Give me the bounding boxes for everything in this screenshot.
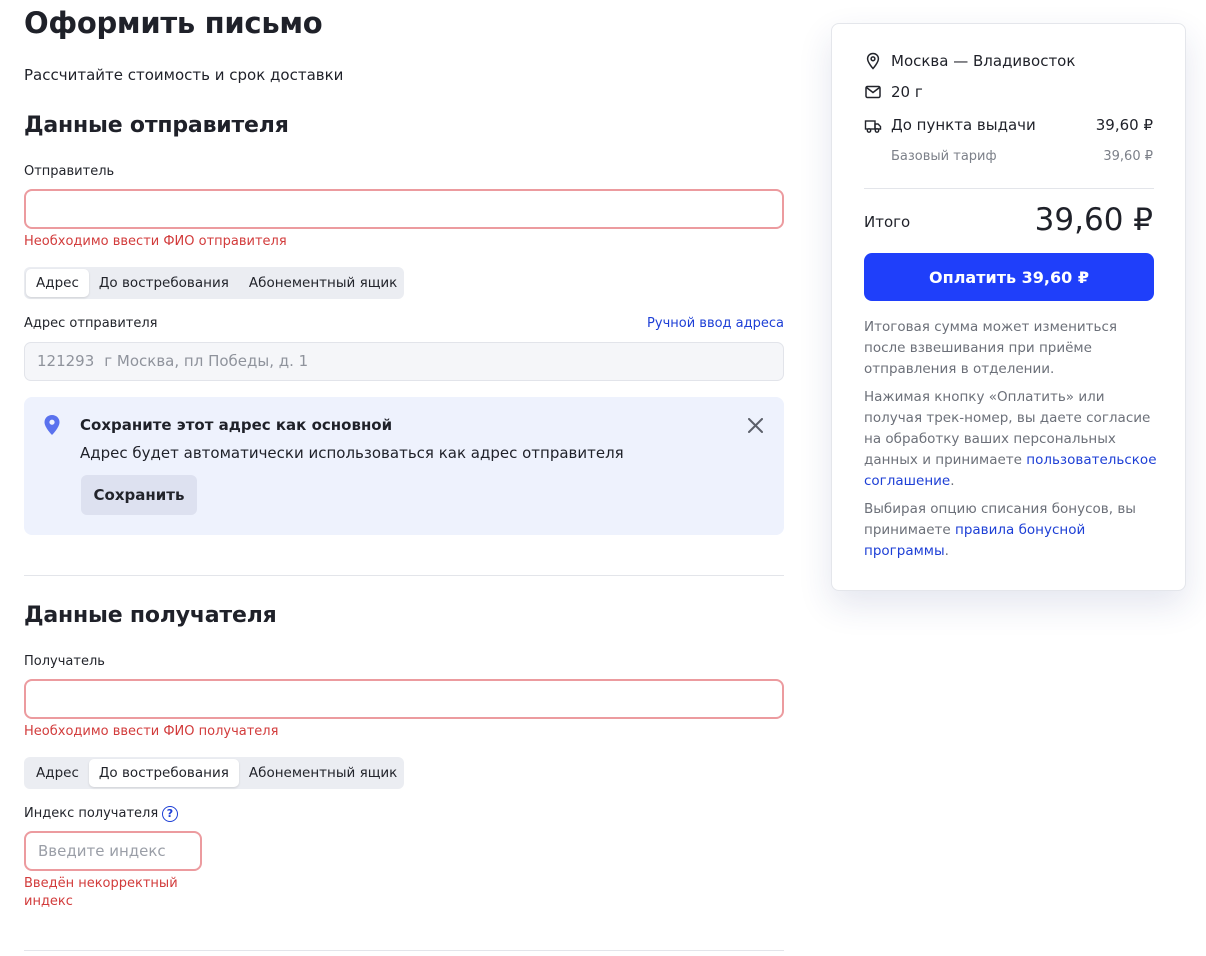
- recipient-tab-poste-restante[interactable]: До востребования: [88, 759, 239, 787]
- manual-address-link[interactable]: Ручной ввод адреса: [647, 315, 784, 333]
- sender-section-title: Данные отправителя: [24, 113, 289, 138]
- sender-address-text: г Москва, пл Победы, д. 1: [104, 352, 309, 370]
- location-pin-icon: [44, 415, 60, 435]
- route-text: Москва — Владивосток: [891, 52, 1076, 70]
- note-bonus: Выбирая опцию списания бонусов, вы прини…: [864, 499, 1160, 562]
- weight-text: 20 г: [891, 83, 923, 101]
- section-divider-bottom: [24, 950, 784, 951]
- note-bonus-end: .: [944, 543, 949, 559]
- total-value: 39,60 ₽: [1034, 202, 1153, 238]
- tariff-label: Базовый тариф: [891, 149, 997, 164]
- note-consent: Нажимая кнопку «Оплатить» или получая тр…: [864, 387, 1160, 492]
- location-icon: [866, 52, 880, 70]
- recipient-delivery-tabs: Адрес До востребования Абонементный ящик: [24, 757, 404, 789]
- summary-divider: [864, 188, 1154, 189]
- recipient-name-error: Необходимо ввести ФИО получателя: [24, 724, 279, 739]
- sender-address-field[interactable]: 121293 г Москва, пл Победы, д. 1: [24, 342, 784, 381]
- recipient-index-error-line1: Введён некорректный: [24, 876, 178, 891]
- total-label: Итого: [864, 213, 911, 231]
- recipient-name-input[interactable]: [24, 679, 784, 719]
- pay-button[interactable]: Оплатить 39,60 ₽: [864, 253, 1154, 301]
- banner-title: Сохраните этот адрес как основной: [80, 416, 393, 434]
- sender-name-error: Необходимо ввести ФИО отправителя: [24, 234, 287, 249]
- sender-name-label: Отправитель: [24, 164, 115, 179]
- recipient-index-label: Индекс получателя: [24, 806, 159, 821]
- recipient-index-error-line2: индекс: [24, 894, 73, 909]
- recipient-index-input[interactable]: [24, 831, 202, 871]
- save-address-banner: Сохраните этот адрес как основной Адрес …: [24, 397, 784, 535]
- order-summary-card: Москва — Владивосток 20 г До пункта выда…: [831, 23, 1186, 591]
- sender-name-input[interactable]: [24, 189, 784, 229]
- note-consent-end: .: [950, 473, 955, 489]
- recipient-tab-po-box[interactable]: Абонементный ящик: [239, 759, 407, 787]
- save-address-button[interactable]: Сохранить: [81, 475, 197, 515]
- envelope-icon: [865, 85, 881, 99]
- sender-address-index: 121293: [37, 352, 95, 370]
- tariff-price: 39,60 ₽: [1103, 149, 1153, 164]
- note-weight-change: Итоговая сумма может измениться после вз…: [864, 319, 1118, 377]
- delivery-price: 39,60 ₽: [1095, 116, 1153, 134]
- recipient-section-title: Данные получателя: [24, 603, 277, 628]
- sender-tab-po-box[interactable]: Абонементный ящик: [239, 269, 407, 297]
- truck-icon: [864, 120, 882, 133]
- help-icon[interactable]: ?: [162, 806, 178, 822]
- section-divider: [24, 575, 784, 576]
- sender-tab-poste-restante[interactable]: До востребования: [89, 269, 239, 297]
- recipient-name-label: Получатель: [24, 654, 105, 669]
- recipient-tab-address[interactable]: Адрес: [26, 759, 89, 787]
- sender-tab-address[interactable]: Адрес: [26, 269, 89, 297]
- page-title: Оформить письмо: [24, 6, 323, 40]
- sender-delivery-tabs: Адрес До востребования Абонементный ящик: [24, 267, 404, 299]
- banner-text: Адрес будет автоматически использоваться…: [80, 444, 624, 462]
- sender-address-label: Адрес отправителя: [24, 316, 158, 331]
- close-icon[interactable]: [748, 418, 763, 433]
- delivery-type: До пункта выдачи: [891, 116, 1036, 134]
- page-subtitle: Рассчитайте стоимость и срок доставки: [24, 66, 344, 84]
